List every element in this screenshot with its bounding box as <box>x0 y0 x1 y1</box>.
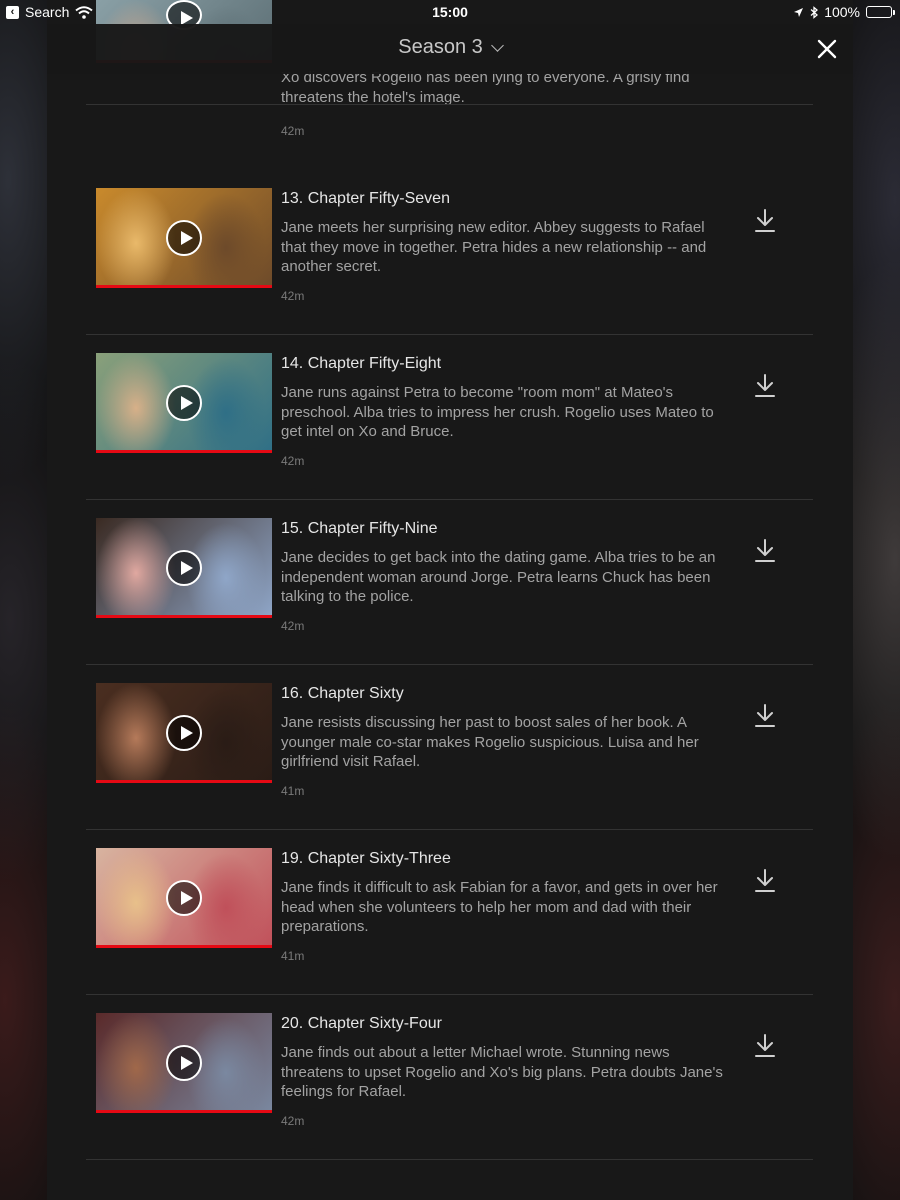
play-icon[interactable] <box>166 550 202 586</box>
status-bar: ‹ Search 15:00 100% <box>0 0 900 24</box>
season-selector[interactable]: Season 3 <box>47 36 853 59</box>
progress-bar <box>96 945 272 948</box>
episode-duration: 42m <box>281 1114 305 1128</box>
download-icon[interactable] <box>754 868 776 894</box>
episode-duration: 42m <box>281 124 305 138</box>
episode-thumbnail[interactable] <box>96 683 272 783</box>
play-icon[interactable] <box>166 880 202 916</box>
episode-description: Jane finds it difficult to ask Fabian fo… <box>281 879 718 935</box>
episode-row[interactable]: 16. Chapter Sixty Jane resists discussing… <box>86 665 813 830</box>
download-icon[interactable] <box>754 373 776 399</box>
chevron-down-icon <box>490 38 504 52</box>
row-divider <box>86 1159 813 1160</box>
episode-row[interactable]: 20. Chapter Sixty-Four Jane finds out abo… <box>86 995 813 1160</box>
progress-bar <box>96 615 272 618</box>
episode-title: 16. Chapter Sixty <box>281 685 404 702</box>
episode-duration: 42m <box>281 289 305 303</box>
episode-description: Jane resists discussing her past to boos… <box>281 714 699 770</box>
status-indicators: 100% <box>793 4 895 20</box>
episode-thumbnail[interactable] <box>96 353 272 453</box>
download-icon[interactable] <box>754 703 776 729</box>
episode-title: 15. Chapter Fifty-Nine <box>281 520 438 537</box>
episode-thumbnail[interactable] <box>96 848 272 948</box>
bluetooth-icon <box>810 5 819 19</box>
episode-title: 13. Chapter Fifty-Seven <box>281 190 450 207</box>
season-label: Season 3 <box>398 36 483 58</box>
download-icon[interactable] <box>754 208 776 234</box>
progress-bar <box>96 780 272 783</box>
season-header: Season 3 <box>47 24 853 74</box>
episode-duration: 42m <box>281 454 305 468</box>
progress-bar <box>96 450 272 453</box>
progress-bar <box>96 285 272 288</box>
progress-bar <box>96 1110 272 1113</box>
close-icon[interactable] <box>817 39 837 59</box>
episode-row[interactable]: 19. Chapter Sixty-Three Jane finds it dif… <box>86 830 813 995</box>
episode-duration: 41m <box>281 784 305 798</box>
episode-thumbnail[interactable] <box>96 188 272 288</box>
battery-percentage: 100% <box>824 4 860 20</box>
episode-title: 19. Chapter Sixty-Three <box>281 850 451 867</box>
episode-description: Jane decides to get back into the dating… <box>281 549 716 605</box>
episode-duration: 41m <box>281 949 305 963</box>
episode-row[interactable]: 15. Chapter Fifty-Nine Jane decides to ge… <box>86 500 813 665</box>
row-divider <box>86 104 813 105</box>
episode-duration: 42m <box>281 619 305 633</box>
episode-thumbnail[interactable] <box>96 1013 272 1113</box>
episode-row[interactable]: 13. Chapter Fifty-Seven Jane meets her su… <box>86 170 813 335</box>
play-icon[interactable] <box>166 1045 202 1081</box>
clock: 15:00 <box>432 4 468 20</box>
episode-description: Jane runs against Petra to become "room … <box>281 384 714 440</box>
location-arrow-icon <box>794 7 804 17</box>
episode-title: 20. Chapter Sixty-Four <box>281 1015 442 1032</box>
episode-description: Jane finds out about a letter Michael wr… <box>281 1044 723 1100</box>
download-icon[interactable] <box>754 1033 776 1059</box>
episode-row[interactable]: 14. Chapter Fifty-Eight Jane runs against… <box>86 335 813 500</box>
download-icon[interactable] <box>754 538 776 564</box>
play-icon[interactable] <box>166 220 202 256</box>
episode-thumbnail[interactable] <box>96 518 272 618</box>
episode-title: 14. Chapter Fifty-Eight <box>281 355 442 372</box>
episode-description: Jane meets her surprising new editor. Ab… <box>281 219 707 275</box>
play-icon[interactable] <box>166 385 202 421</box>
play-icon[interactable] <box>166 715 202 751</box>
battery-icon <box>866 6 895 18</box>
